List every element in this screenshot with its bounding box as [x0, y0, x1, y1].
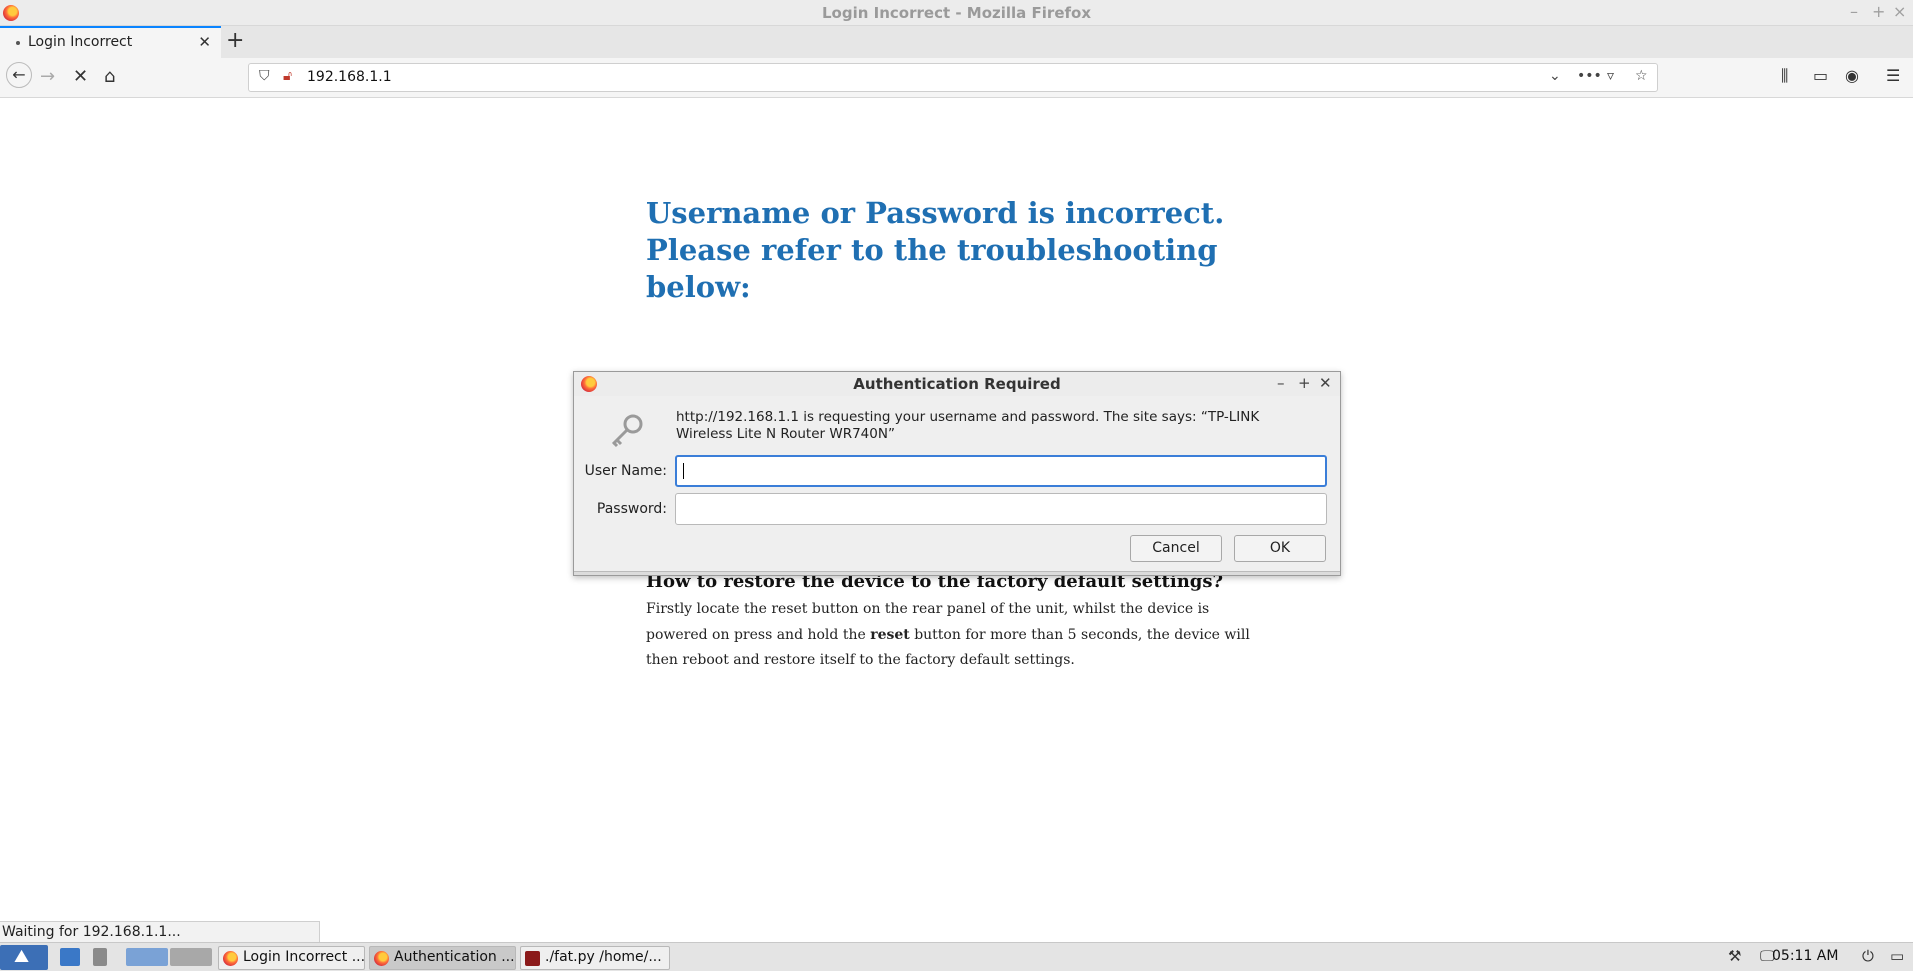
show-desktop-icon[interactable]: ▭ — [1890, 947, 1904, 965]
firefox-logo-icon — [223, 951, 238, 966]
url-text[interactable]: 192.168.1.1 — [307, 69, 392, 85]
tab-strip: Login Incorrect ✕ + — [0, 26, 1913, 58]
dialog-titlebar: Authentication Required – + ✕ — [574, 372, 1340, 396]
firefox-logo-icon — [374, 951, 389, 966]
auth-dialog: Authentication Required – + ✕ http://192… — [573, 371, 1341, 576]
back-arrow-icon[interactable]: ← — [6, 62, 32, 88]
error-heading-line: Please refer to the troubleshooting — [646, 233, 1218, 267]
password-label: Password: — [596, 501, 667, 517]
dialog-title: Authentication Required — [853, 375, 1061, 393]
account-icon[interactable]: ◉ — [1845, 66, 1859, 85]
terminal-icon — [525, 951, 540, 966]
tab-label: Login Incorrect — [28, 34, 133, 50]
minimize-icon[interactable]: – — [1850, 2, 1858, 21]
cancel-button[interactable]: Cancel — [1130, 535, 1222, 562]
screen: Login Incorrect - Mozilla Firefox – + × … — [0, 0, 1913, 971]
dialog-maximize-icon[interactable]: + — [1298, 374, 1311, 392]
tab-loading-dot-icon — [16, 41, 20, 45]
file-manager-icon[interactable] — [60, 948, 80, 966]
dialog-bottom-strip — [574, 571, 1340, 575]
sidebar-icon[interactable]: ▭ — [1813, 66, 1828, 85]
task-label: Authentication ... — [394, 949, 515, 965]
maximize-icon[interactable]: + — [1872, 2, 1885, 21]
navigation-bar: ← → ✕ ⌂ ⛉ 🔓︎ 192.168.1.1 ⌄ ••• ▿ ☆ ⫼ ▭ ◉… — [0, 58, 1913, 98]
error-heading: Username or Password is incorrect. Pleas… — [646, 195, 1286, 306]
task-label: ./fat.py /home/... — [545, 949, 662, 965]
window-titlebar: Login Incorrect - Mozilla Firefox – + × — [0, 0, 1913, 26]
taskbar-task-firefox[interactable]: Login Incorrect ... — [218, 946, 365, 970]
key-icon — [611, 414, 643, 448]
forward-arrow-icon[interactable]: → — [40, 66, 55, 87]
window-title: Login Incorrect - Mozilla Firefox — [822, 4, 1091, 22]
error-heading-line: below: — [646, 270, 751, 304]
terminal-launcher-icon[interactable] — [93, 948, 107, 966]
insecure-lock-icon[interactable]: 🔓︎ — [283, 68, 292, 84]
menu-icon[interactable]: ☰ — [1886, 66, 1900, 85]
stop-loading-icon[interactable]: ✕ — [73, 66, 88, 87]
error-heading-line: Username or Password is incorrect. — [646, 196, 1225, 230]
taskbar-task-auth[interactable]: Authentication ... — [369, 946, 516, 970]
ok-button[interactable]: OK — [1234, 535, 1326, 562]
password-field[interactable] — [675, 493, 1327, 525]
network-tray-icon[interactable]: ⚒ — [1728, 947, 1741, 965]
dialog-minimize-icon[interactable]: – — [1277, 374, 1285, 392]
new-tab-icon[interactable]: + — [226, 28, 244, 53]
dialog-close-icon[interactable]: ✕ — [1319, 374, 1332, 392]
url-bar[interactable]: ⛉ 🔓︎ 192.168.1.1 ⌄ ••• ▿ ☆ — [248, 63, 1658, 92]
workspace-1-icon[interactable] — [126, 948, 168, 966]
dialog-message: http://192.168.1.1 is requesting your us… — [676, 409, 1260, 442]
restore-text-bold: reset — [870, 626, 910, 643]
pocket-icon[interactable]: ▿ — [1607, 68, 1614, 84]
clock[interactable]: 05:11 AM — [1772, 948, 1838, 964]
tab-close-icon[interactable]: ✕ — [198, 33, 211, 51]
taskbar-task-terminal[interactable]: ./fat.py /home/... — [520, 946, 670, 970]
status-text: Waiting for 192.168.1.1... — [0, 921, 320, 942]
home-icon[interactable]: ⌂ — [104, 66, 115, 87]
taskbar: ⛰ Login Incorrect ... Authentication ...… — [0, 942, 1913, 971]
start-logo-icon: ⛰ — [14, 946, 30, 967]
library-icon[interactable]: ⫼ — [1781, 66, 1788, 86]
username-label: User Name: — [584, 463, 667, 479]
workspace-2-icon[interactable] — [170, 948, 212, 966]
page-actions-icon[interactable]: ••• — [1577, 68, 1602, 84]
username-field[interactable] — [675, 455, 1327, 487]
task-label: Login Incorrect ... — [243, 949, 365, 965]
restore-instructions: Firstly locate the reset button on the r… — [646, 597, 1266, 674]
start-menu-button[interactable]: ⛰ — [0, 945, 48, 970]
close-window-icon[interactable]: × — [1893, 2, 1906, 21]
power-icon[interactable]: ⏻ — [1862, 947, 1874, 965]
bookmark-star-icon[interactable]: ☆ — [1635, 68, 1648, 84]
text-caret — [683, 463, 684, 479]
tab-login-incorrect[interactable]: Login Incorrect ✕ — [0, 26, 221, 58]
chevron-down-icon[interactable]: ⌄ — [1549, 68, 1561, 84]
tracking-shield-icon[interactable]: ⛉ — [259, 68, 270, 84]
